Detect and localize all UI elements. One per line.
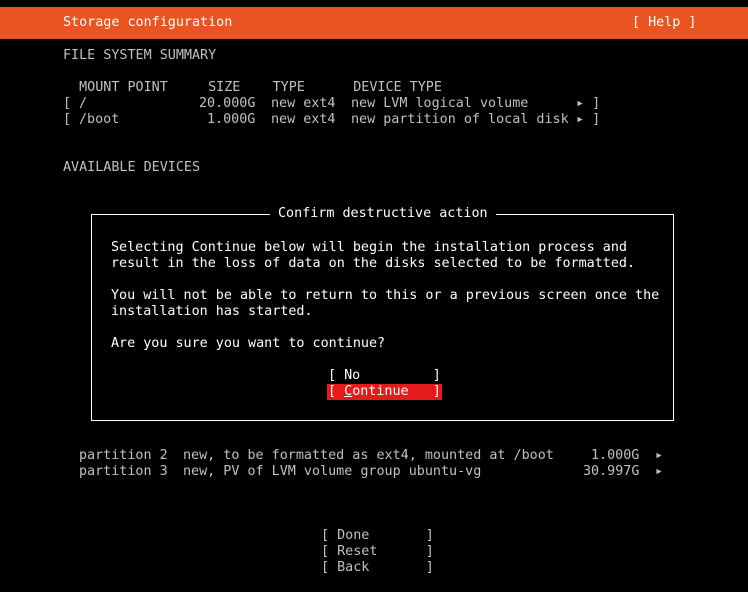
row-bracket: [: [63, 96, 72, 111]
dialog-text-line2: result in the loss of data on the disks …: [111, 256, 636, 271]
dialog-text-line4: installation has started.: [111, 304, 313, 319]
row-mount: /: [79, 96, 88, 111]
partition-size: 30.997G: [583, 464, 640, 479]
row-type: new ext4: [271, 112, 336, 127]
no-button[interactable]: [ No ]: [328, 368, 441, 384]
row-arrow-icon[interactable]: ▸ ]: [576, 96, 600, 112]
top-strip: [0, 0, 748, 7]
done-button[interactable]: [ Done ]: [321, 528, 434, 544]
dialog-text-line3: You will not be able to return to this o…: [111, 288, 660, 303]
dialog-question: Are you sure you want to continue?: [111, 336, 386, 351]
partition-desc: new, PV of LVM volume group ubuntu-vg: [183, 464, 482, 479]
row-device-type: new LVM logical volume: [351, 96, 529, 111]
row-size: 1.000G: [207, 112, 256, 127]
header-bar: Storage configuration [ Help ]: [0, 7, 748, 39]
page-title: Storage configuration: [63, 15, 233, 30]
back-button[interactable]: [ Back ]: [321, 560, 434, 576]
partition-desc: new, to be formatted as ext4, mounted at…: [183, 448, 554, 463]
partition-size: 1.000G: [591, 448, 640, 463]
fs-summary-heading: FILE SYSTEM SUMMARY: [63, 48, 217, 63]
dialog-text-line1: Selecting Continue below will begin the …: [111, 240, 627, 255]
row-device-type: new partition of local disk: [351, 112, 569, 127]
dialog-title: Confirm destructive action: [270, 206, 496, 222]
partition-name: partition 2: [79, 448, 168, 463]
row-bracket: [: [63, 112, 72, 127]
row-type: new ext4: [271, 96, 336, 111]
partition-name: partition 3: [79, 464, 168, 479]
reset-button[interactable]: [ Reset ]: [321, 544, 434, 560]
row-size: 20.000G: [199, 96, 256, 111]
fs-summary-columns: MOUNT POINT SIZE TYPE DEVICE TYPE: [63, 80, 442, 95]
help-button[interactable]: [ Help ]: [632, 15, 697, 31]
partition-arrow-icon[interactable]: ▸: [655, 464, 663, 480]
row-mount: /boot: [79, 112, 120, 127]
row-arrow-icon[interactable]: ▸ ]: [576, 112, 600, 128]
continue-button[interactable]: [ Continue ]: [327, 384, 442, 400]
partition-arrow-icon[interactable]: ▸: [655, 448, 663, 464]
available-devices-heading: AVAILABLE DEVICES: [63, 160, 201, 175]
